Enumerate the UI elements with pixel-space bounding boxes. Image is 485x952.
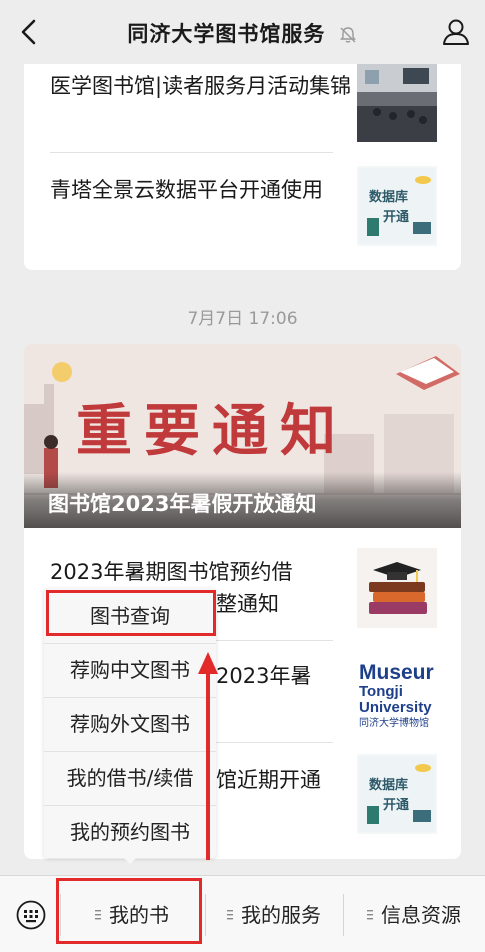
- notice-banner[interactable]: 重要通知 图书馆2023年暑假开放通知: [24, 344, 461, 528]
- keyboard-icon[interactable]: [16, 900, 46, 930]
- article-thumbnail-museum[interactable]: Museur Tongji University 同济大学博物馆: [357, 652, 437, 732]
- message-timestamp: 7月7日 17:06: [187, 309, 298, 329]
- banner-headline: 重要通知: [76, 399, 348, 464]
- museum-logo-university: University: [359, 699, 432, 716]
- menu-dots-icon: [227, 909, 233, 919]
- page-title-text: 同济大学图书馆服务: [127, 22, 326, 46]
- museum-logo-text: Museur: [359, 661, 434, 684]
- article-thumbnail-classroom[interactable]: [357, 62, 437, 142]
- article-title-summer-borrow-line1[interactable]: 2023年暑期图书馆预约借: [50, 556, 356, 588]
- article-thumbnail-database[interactable]: 数据库 开通: [357, 166, 437, 246]
- article-thumbnail-books[interactable]: [357, 548, 437, 628]
- article-title-2023-summer[interactable]: 2023年暑: [216, 660, 356, 692]
- menu-item-recommend-chinese[interactable]: 荐购中文图书: [44, 644, 216, 697]
- tab-my-services[interactable]: 我的服务: [205, 898, 343, 932]
- thumb-text-open: 开通: [383, 210, 410, 225]
- menu-item-my-reservations[interactable]: 我的预约图书: [44, 806, 216, 859]
- mute-bell-icon: [339, 27, 356, 43]
- article-thumbnail-database-2[interactable]: 数据库 开通: [357, 754, 437, 834]
- article-title-library-open[interactable]: 馆近期开通: [216, 764, 356, 796]
- thumb-text-open: 开通: [383, 798, 410, 813]
- profile-icon[interactable]: [441, 16, 471, 48]
- article-title-qingta[interactable]: 青塔全景云数据平台开通使用: [50, 174, 356, 206]
- menu-item-recommend-foreign[interactable]: 荐购外文图书: [44, 698, 216, 751]
- top-bar: 同济大学图书馆服务: [0, 0, 485, 64]
- thumb-text-database: 数据库: [369, 190, 409, 205]
- museum-logo-tongji: Tongji: [359, 683, 403, 700]
- tab-info-resources[interactable]: 信息资源: [343, 898, 485, 932]
- tab-label: 我的服务: [241, 903, 321, 927]
- banner-caption: 图书馆2023年暑假开放通知: [48, 492, 317, 516]
- page-title: 同济大学图书馆服务: [0, 18, 485, 48]
- menu-item-my-borrow-renew[interactable]: 我的借书/续借: [44, 752, 216, 805]
- menu-pointer-caret: [122, 856, 138, 864]
- red-arrow-up-icon: [198, 652, 218, 860]
- article-title-summer-borrow-line2[interactable]: 整通知: [216, 588, 356, 620]
- article-title-medical-library[interactable]: 医学图书馆|读者服务月活动集锦: [50, 70, 356, 102]
- tab-label: 信息资源: [381, 903, 461, 927]
- highlight-my-books-tab: [56, 878, 202, 944]
- museum-logo-chinese: 同济大学博物馆: [359, 718, 429, 729]
- article-card-1: 医学图书馆|读者服务月活动集锦 青塔全景云数据平台开通使用 数据库 开通: [24, 58, 461, 270]
- article-divider: [50, 152, 333, 153]
- highlight-book-search: [46, 590, 216, 636]
- menu-dots-icon: [367, 909, 373, 919]
- thumb-text-database: 数据库: [369, 778, 409, 793]
